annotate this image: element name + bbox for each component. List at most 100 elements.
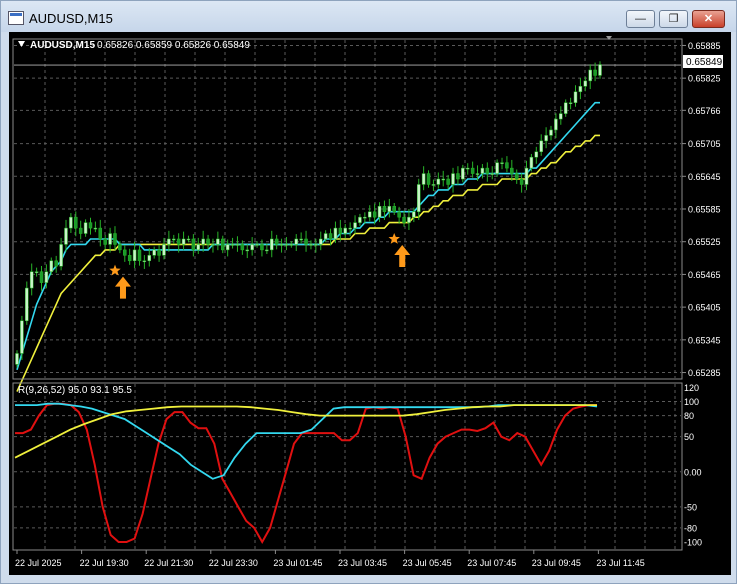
candle-bullish[interactable] (333, 227, 338, 240)
candle-bullish[interactable] (235, 244, 240, 246)
candle-bearish[interactable] (593, 69, 597, 76)
candle-bullish[interactable] (186, 238, 191, 241)
candle-bullish[interactable] (588, 69, 592, 82)
candle-bullish[interactable] (323, 233, 328, 240)
candle-bullish[interactable] (583, 80, 588, 87)
candle-bullish[interactable] (15, 353, 19, 365)
candle-bullish[interactable] (421, 173, 426, 185)
candle-bullish[interactable] (573, 91, 578, 103)
candle-bullish[interactable] (480, 167, 485, 174)
candle-bullish[interactable] (167, 238, 171, 245)
candle-bullish[interactable] (44, 271, 49, 283)
candle-bullish[interactable] (294, 238, 299, 245)
restore-button[interactable]: ❐ (659, 10, 688, 28)
candle-bearish[interactable] (113, 233, 117, 245)
candle-bearish[interactable] (137, 249, 142, 262)
candle-bullish[interactable] (83, 222, 88, 234)
candle-bullish[interactable] (216, 238, 220, 245)
candle-bearish[interactable] (338, 227, 343, 234)
candle-bearish[interactable] (78, 227, 83, 234)
candle-bullish[interactable] (363, 216, 367, 219)
buy-arrow-icon[interactable] (114, 276, 131, 299)
candle-bearish[interactable] (514, 173, 519, 180)
candle-bullish[interactable] (358, 216, 362, 223)
candle-bullish[interactable] (568, 102, 573, 104)
candle-bullish[interactable] (377, 206, 382, 218)
candle-bearish[interactable] (304, 238, 308, 245)
candle-bearish[interactable] (118, 244, 122, 251)
candle-bullish[interactable] (59, 244, 63, 267)
candle-bearish[interactable] (402, 216, 406, 223)
close-button[interactable]: ✕ (692, 10, 725, 28)
candle-bearish[interactable] (392, 206, 396, 212)
candle-bearish[interactable] (54, 260, 58, 267)
candle-bullish[interactable] (25, 287, 29, 322)
candle-bullish[interactable] (559, 113, 563, 120)
candle-bullish[interactable] (255, 244, 259, 246)
candle-bullish[interactable] (309, 244, 313, 246)
candle-bullish[interactable] (416, 184, 421, 212)
candle-bullish[interactable] (225, 244, 230, 251)
candle-bearish[interactable] (510, 167, 514, 174)
candle-bullish[interactable] (265, 249, 269, 252)
candle-bullish[interactable] (230, 244, 235, 246)
candle-bearish[interactable] (39, 271, 44, 283)
candle-bullish[interactable] (64, 227, 68, 245)
candle-bullish[interactable] (529, 156, 534, 169)
candle-bullish[interactable] (250, 244, 254, 251)
candle-bearish[interactable] (382, 206, 387, 212)
candle-bullish[interactable] (441, 178, 445, 181)
candle-bullish[interactable] (524, 167, 529, 185)
candle-bullish[interactable] (436, 178, 441, 185)
candle-bullish[interactable] (181, 238, 186, 245)
candle-bearish[interactable] (88, 222, 93, 229)
candle-bullish[interactable] (461, 167, 465, 180)
candle-bullish[interactable] (34, 271, 39, 273)
candle-bullish[interactable] (563, 102, 568, 114)
candle-bullish[interactable] (490, 173, 494, 175)
candle-bullish[interactable] (500, 162, 504, 164)
candle-bearish[interactable] (221, 238, 225, 251)
candle-bearish[interactable] (260, 244, 264, 251)
candle-bearish[interactable] (103, 238, 107, 245)
candle-bearish[interactable] (485, 167, 490, 174)
chart-area[interactable]: AUDUSD,M15 0.65826 0.65859 0.65826 0.658… (9, 32, 731, 575)
candle-bullish[interactable] (93, 227, 98, 230)
candle-bullish[interactable] (578, 86, 583, 93)
candle-bullish[interactable] (289, 244, 294, 246)
candle-bullish[interactable] (387, 206, 392, 212)
candle-bullish[interactable] (69, 216, 73, 229)
candle-bullish[interactable] (539, 140, 543, 153)
candle-bearish[interactable] (519, 178, 524, 185)
candle-bearish[interactable] (470, 167, 475, 174)
candle-bullish[interactable] (279, 244, 284, 246)
candle-bullish[interactable] (245, 249, 250, 252)
candle-bullish[interactable] (549, 129, 553, 136)
candle-bullish[interactable] (211, 244, 215, 246)
candle-bearish[interactable] (328, 233, 333, 240)
candle-bullish[interactable] (196, 244, 201, 251)
candle-bullish[interactable] (534, 151, 539, 158)
candle-bearish[interactable] (123, 249, 127, 256)
candle-bearish[interactable] (206, 238, 210, 245)
candle-bullish[interactable] (29, 271, 34, 289)
candle-bullish[interactable] (318, 238, 323, 245)
candle-bullish[interactable] (147, 255, 152, 262)
candle-bullish[interactable] (152, 249, 156, 256)
candle-bearish[interactable] (426, 173, 431, 185)
candle-bullish[interactable] (431, 184, 436, 186)
candle-bearish[interactable] (397, 211, 401, 218)
triangle-down-icon[interactable] (18, 41, 25, 47)
candle-bullish[interactable] (475, 173, 480, 175)
candle-bullish[interactable] (49, 260, 54, 272)
candle-bullish[interactable] (495, 162, 499, 174)
candle-bearish[interactable] (505, 162, 509, 169)
title-bar[interactable]: AUDUSD,M15 — ❐ ✕ (1, 1, 736, 32)
candle-bullish[interactable] (544, 135, 548, 142)
candle-bullish[interactable] (142, 260, 147, 263)
candle-bearish[interactable] (240, 244, 245, 251)
candle-bullish[interactable] (554, 118, 558, 131)
candle-bearish[interactable] (74, 216, 78, 229)
candle-bullish[interactable] (598, 64, 602, 76)
candle-bullish[interactable] (348, 227, 352, 230)
